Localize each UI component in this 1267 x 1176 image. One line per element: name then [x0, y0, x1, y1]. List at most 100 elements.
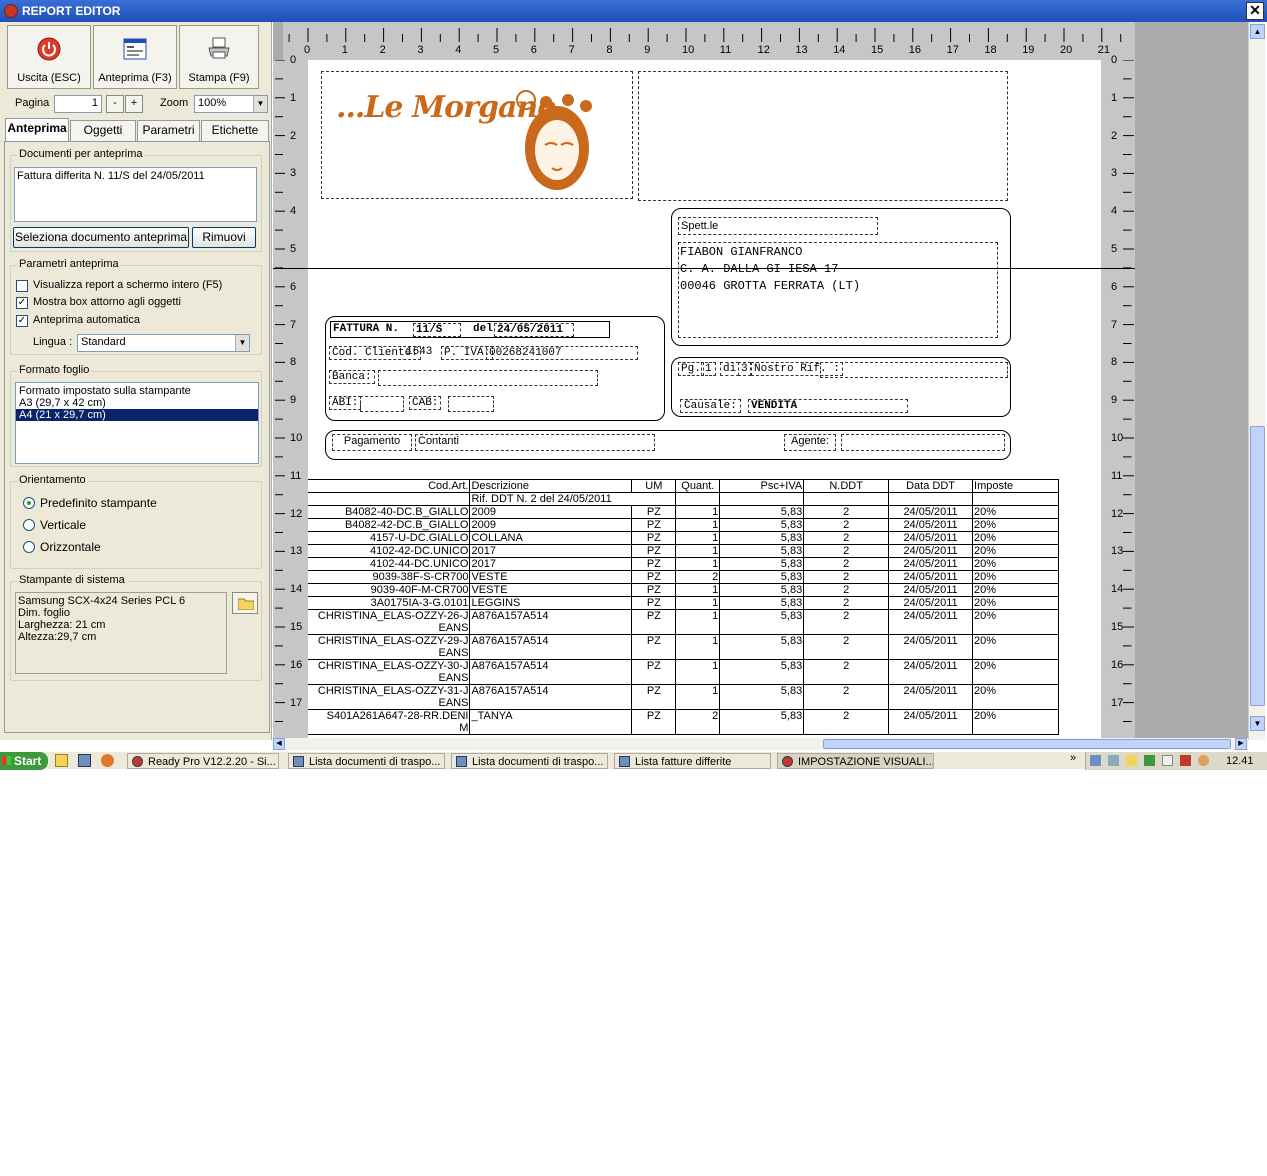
start-label: Start: [14, 754, 42, 768]
printer-info: Samsung SCX-4x24 Series PCL 6 Dim. fogli…: [15, 592, 227, 674]
table-cell: 2: [675, 709, 721, 735]
table-cell: 24/05/2011: [888, 570, 974, 584]
table-cell: B4082-40-DC.B_GIALLO: [308, 505, 471, 519]
table-row: B4082-42-DC.B_GIALLO 2009 PZ 1 5,83 2 24/05/20…: [308, 518, 1059, 532]
payment-label: Pagamento: [332, 434, 412, 451]
item-code-line1: S401A261A647-28-RR.DENI: [326, 710, 469, 722]
tab-parametri[interactable]: Parametri: [137, 120, 200, 141]
table-cell: 2: [803, 684, 890, 710]
tray-app-icon[interactable]: [1180, 755, 1191, 766]
header-image-box[interactable]: [638, 71, 1008, 201]
page-next-button[interactable]: +: [125, 95, 143, 113]
table-cell: [803, 492, 890, 506]
page-input[interactable]: 1: [54, 95, 102, 113]
taskbar-chevron[interactable]: »: [1070, 752, 1076, 764]
horizontal-scroll-thumb[interactable]: [823, 739, 1231, 749]
table-cell: 2: [803, 659, 890, 685]
format-item-a3[interactable]: A3 (29,7 x 42 cm): [16, 397, 258, 409]
ddt-reference: Rif. DDT N. 2 del 24/05/2011: [469, 492, 677, 506]
format-item-a4[interactable]: A4 (21 x 29,7 cm): [16, 409, 258, 421]
preview-button[interactable]: Anteprima (F3): [93, 25, 177, 89]
scroll-down-icon[interactable]: ▼: [1250, 716, 1265, 731]
language-label: Lingua :: [33, 336, 73, 348]
address-name: FIABON GIANFRANCO: [680, 245, 803, 259]
fullscreen-checkbox[interactable]: [16, 280, 28, 292]
table-row: CHRISTINA_ELAS-OZZY-26-J EANS A876A157A514…: [308, 609, 1059, 635]
agent-value-box[interactable]: [841, 434, 1005, 451]
quicklaunch-firefox-icon[interactable]: [101, 754, 114, 767]
horizontal-scrollbar[interactable]: ◀ ▶: [273, 738, 1248, 750]
vruler-ticks-left: [275, 60, 285, 740]
scroll-left-icon[interactable]: ◀: [273, 738, 285, 750]
auto-preview-checkbox[interactable]: ✓: [16, 315, 28, 327]
docs-list-item[interactable]: Fattura differita N. 11/S del 24/05/2011: [17, 170, 254, 182]
tray-gear-icon[interactable]: [1144, 755, 1155, 766]
chevron-down-icon[interactable]: ▼: [235, 335, 249, 351]
item-code-line2: EANS: [438, 672, 469, 684]
orientation-group: Orientamento Predefinito stampante Verti…: [10, 474, 262, 569]
logo-box[interactable]: ...Le Morgane: [321, 71, 633, 199]
vertical-scroll-thumb[interactable]: [1250, 426, 1265, 706]
vertical-scrollbar[interactable]: ▲ ▼: [1248, 22, 1265, 740]
language-select[interactable]: Standard ▼: [77, 334, 250, 352]
orientation-group-label: Orientamento: [17, 474, 88, 486]
cab-value-box[interactable]: [448, 396, 494, 412]
report-canvas[interactable]: 0 1 2 3 4 5 6 7 8 9 10 11 12 13 14 15 16 17 18 19 20 21 01234…: [273, 22, 1262, 740]
ruler-label: 6: [530, 44, 537, 56]
close-button[interactable]: ✕: [1246, 2, 1264, 20]
table-row: 3A0175IA-3-G.0101 LEGGINS PZ 1 5,83 2 24/05/20…: [308, 596, 1059, 610]
logo-face-icon: [516, 90, 592, 190]
task-lista-fatture[interactable]: Lista fatture differite: [614, 753, 771, 769]
guide-line[interactable]: [273, 268, 1135, 269]
tray-user-icon[interactable]: [1198, 755, 1209, 766]
table-cell: CHRISTINA_ELAS-OZZY-31-J EANS: [308, 684, 471, 710]
orientation-horizontal-radio[interactable]: [23, 541, 35, 553]
task-lista-documenti-2[interactable]: Lista documenti di traspo...: [451, 753, 608, 769]
format-list[interactable]: Formato impostato sulla stampante A3 (29…: [15, 382, 259, 464]
table-cell: 20%: [972, 544, 1059, 558]
docs-list[interactable]: Fattura differita N. 11/S del 24/05/2011: [14, 167, 257, 222]
printer-browse-button[interactable]: [232, 592, 258, 614]
tray-speaker-icon[interactable]: [1108, 755, 1119, 766]
start-button[interactable]: Start: [0, 752, 48, 770]
app-icon: [4, 4, 18, 18]
table-cell: 5,83: [719, 634, 805, 660]
show-box-checkbox[interactable]: ✓: [16, 297, 28, 309]
table-cell: 20%: [972, 570, 1059, 584]
remove-button[interactable]: Rimuovi: [192, 227, 256, 248]
tab-anteprima[interactable]: Anteprima: [5, 118, 69, 142]
tray-network-icon[interactable]: [1090, 755, 1101, 766]
tray-document-icon[interactable]: [1162, 755, 1173, 766]
our-ref-box[interactable]: [820, 362, 1008, 378]
orientation-vertical-radio[interactable]: [23, 519, 35, 531]
scroll-right-icon[interactable]: ▶: [1235, 738, 1247, 750]
table-cell: 9039-38F-S-CR700: [308, 570, 471, 584]
task-lista-documenti-1[interactable]: Lista documenti di traspo...: [288, 753, 445, 769]
tray-mail-icon[interactable]: [1126, 755, 1137, 766]
tab-etichette[interactable]: Etichette: [201, 120, 269, 141]
header-price: Psc+IVA: [719, 479, 805, 493]
exit-button[interactable]: Uscita (ESC): [7, 25, 91, 89]
select-document-button[interactable]: Seleziona documento anteprima: [13, 227, 189, 248]
chevron-down-icon[interactable]: ▼: [253, 96, 267, 112]
task-impostazione[interactable]: IMPOSTAZIONE VISUALI...: [777, 753, 934, 769]
table-cell: 5,83: [719, 709, 805, 735]
tab-oggetti[interactable]: Oggetti: [70, 120, 136, 141]
page-prev-button[interactable]: -: [106, 95, 124, 113]
orientation-default-label: Predefinito stampante: [40, 496, 157, 510]
table-cell: 1: [675, 557, 721, 571]
fullscreen-label: Visualizza report a schermo intero (F5): [33, 279, 223, 291]
abi-value-box[interactable]: [360, 396, 404, 412]
print-button[interactable]: Stampa (F9): [179, 25, 259, 89]
quicklaunch-mail-icon[interactable]: [55, 754, 68, 767]
bank-value-box[interactable]: [378, 370, 598, 386]
table-cell: 20%: [972, 659, 1059, 685]
table-row: CHRISTINA_ELAS-OZZY-30-J EANS A876A157A514…: [308, 659, 1059, 685]
orientation-default-radio[interactable]: [23, 497, 35, 509]
quicklaunch-explorer-icon[interactable]: [78, 754, 91, 767]
zoom-select[interactable]: 100% ▼: [194, 95, 268, 113]
format-item-printer[interactable]: Formato impostato sulla stampante: [16, 385, 258, 397]
table-cell: 2: [803, 570, 890, 584]
scroll-up-icon[interactable]: ▲: [1250, 24, 1265, 39]
task-ready-pro[interactable]: Ready Pro V12.2.20 - Si...: [127, 753, 279, 769]
